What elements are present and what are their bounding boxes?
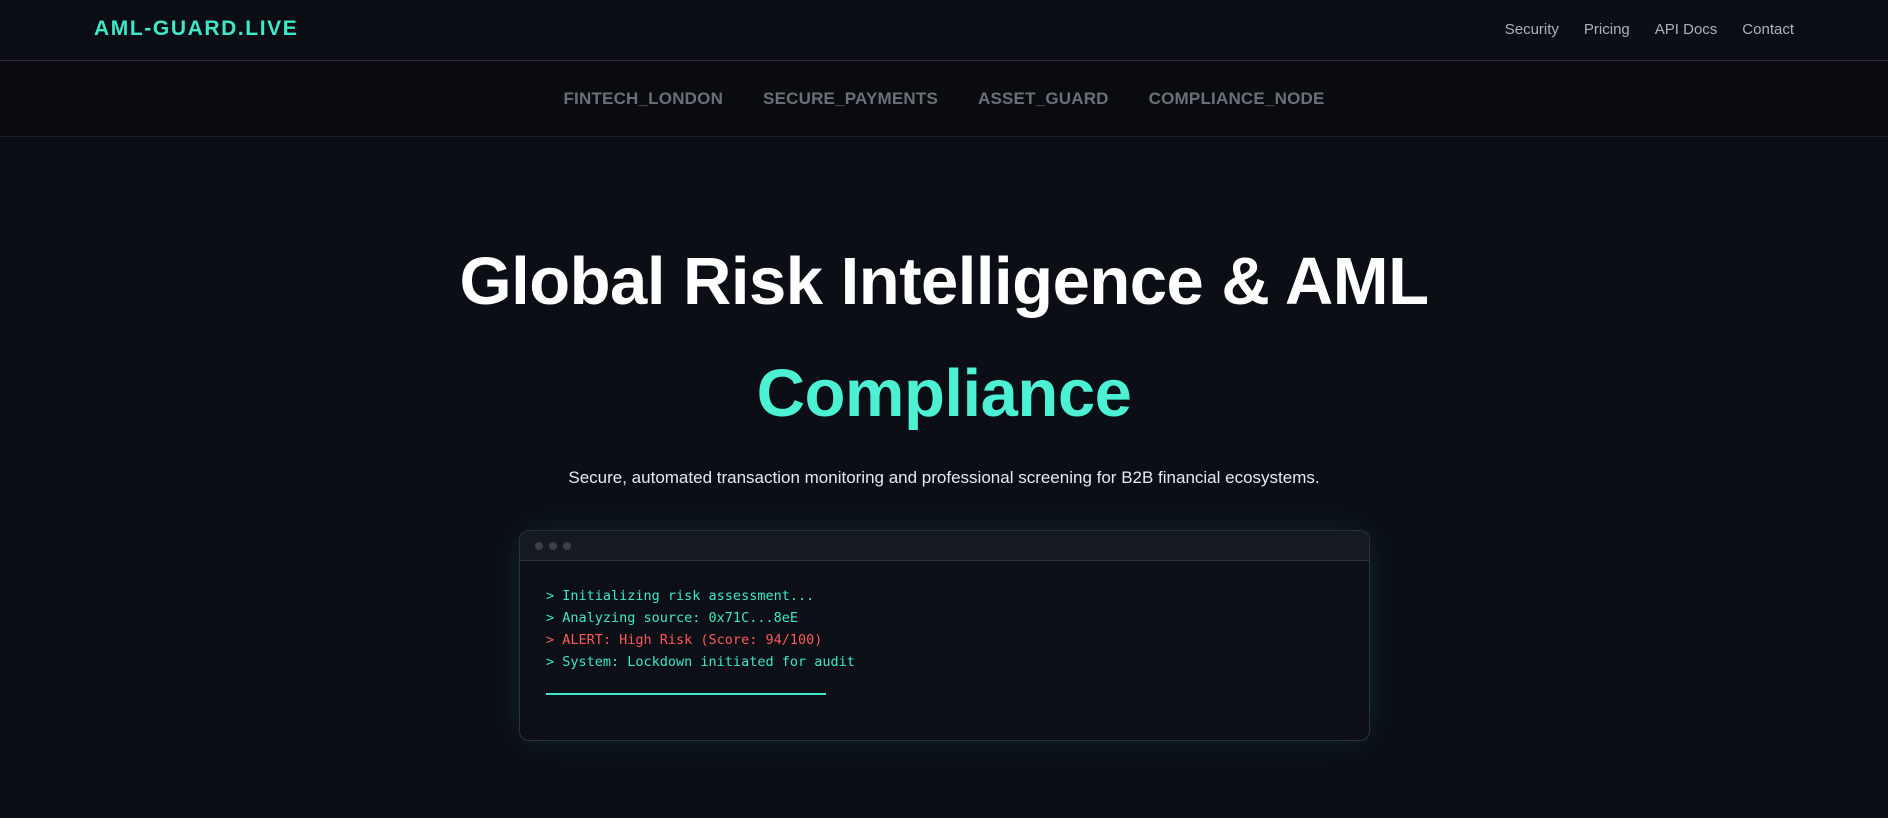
hero-title-accent: Compliance: [756, 356, 1132, 431]
top-navigation-bar: AML-GUARD.LIVE Security Pricing API Docs…: [0, 0, 1888, 61]
main-nav: Security Pricing API Docs Contact: [1505, 21, 1794, 38]
partner-compliance-node: COMPLIANCE_NODE: [1148, 88, 1325, 108]
hero-title: Global Risk Intelligence & AML: [459, 244, 1429, 319]
nav-link-api-docs[interactable]: API Docs: [1655, 21, 1718, 38]
nav-link-security[interactable]: Security: [1505, 21, 1559, 38]
terminal-output: > Initializing risk assessment... > Anal…: [520, 561, 1369, 673]
terminal-window: > Initializing risk assessment... > Anal…: [519, 530, 1370, 741]
hero-subtitle: Secure, automated transaction monitoring…: [568, 468, 1320, 487]
partner-strip: FINTECH_LONDON SECURE_PAYMENTS ASSET_GUA…: [0, 61, 1888, 137]
window-dot-icon: [549, 542, 557, 550]
partner-secure-payments: SECURE_PAYMENTS: [763, 88, 938, 108]
progress-line: [546, 693, 826, 695]
window-dot-icon: [535, 542, 543, 550]
brand-logo[interactable]: AML-GUARD.LIVE: [94, 17, 298, 41]
partner-asset-guard: ASSET_GUARD: [977, 88, 1109, 108]
terminal-line: > System: Lockdown initiated for audit: [546, 654, 855, 670]
nav-link-contact[interactable]: Contact: [1742, 21, 1794, 38]
terminal-line: > Initializing risk assessment...: [546, 588, 815, 604]
terminal-line-alert: > ALERT: High Risk (Score: 94/100): [546, 632, 823, 648]
terminal-line: > Analyzing source: 0x71C...8eE: [546, 610, 798, 626]
nav-link-pricing[interactable]: Pricing: [1584, 21, 1630, 38]
partner-fintech-london: FINTECH_LONDON: [563, 88, 724, 108]
terminal-title-bar: [520, 531, 1369, 561]
window-dot-icon: [563, 542, 571, 550]
